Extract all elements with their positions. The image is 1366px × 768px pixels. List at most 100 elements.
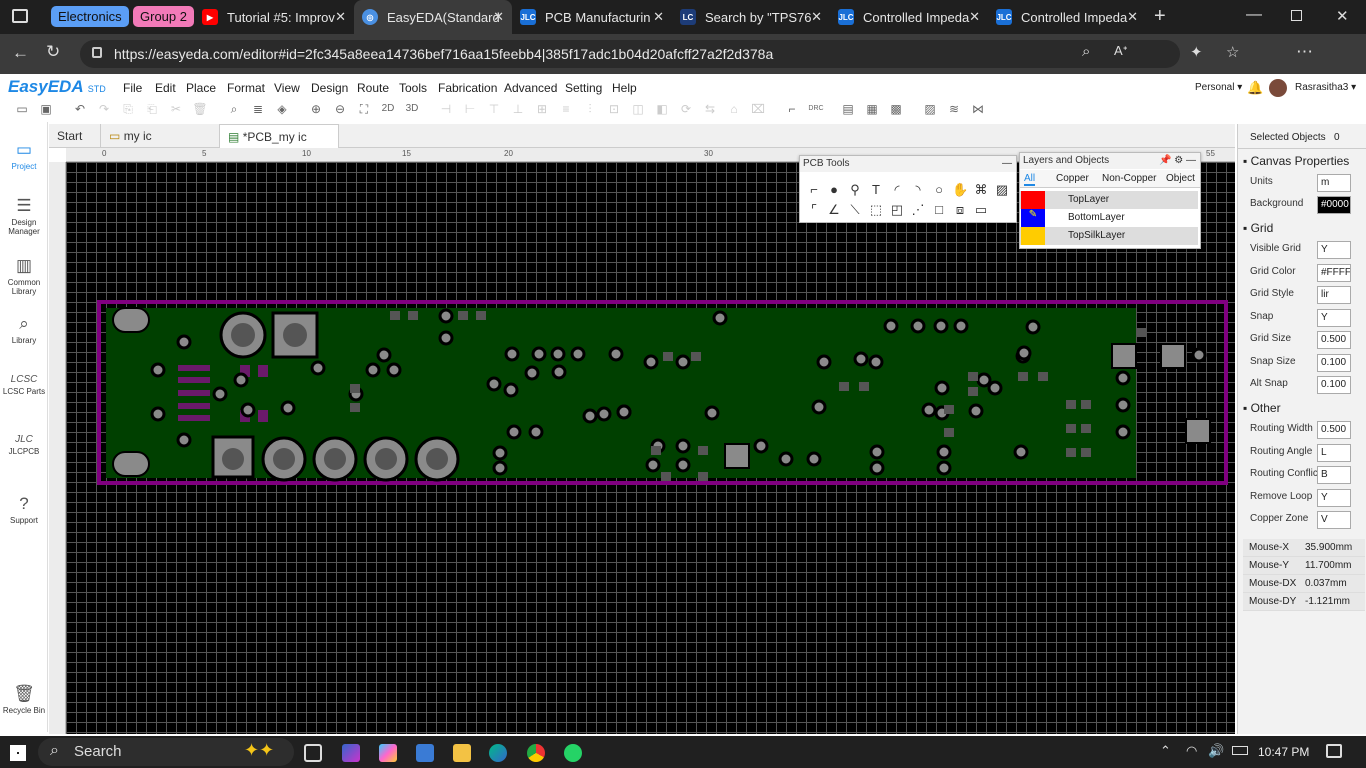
bom-icon[interactable]: ▤	[840, 101, 856, 117]
layer-tab-non-copper[interactable]: Non-Copper	[1102, 173, 1156, 184]
units-select[interactable]: m	[1317, 174, 1351, 192]
url-field[interactable]: https://easyeda.com/editor#id=2fc345a8ee…	[80, 40, 1180, 68]
read-aloud-icon[interactable]: Aᐩ	[1114, 43, 1128, 59]
close-icon[interactable]: ✕	[653, 9, 664, 25]
find-icon[interactable]: ≣	[250, 101, 266, 117]
lock-icon[interactable]: ⌂	[726, 101, 742, 117]
align-left-icon[interactable]: ⊣	[438, 101, 454, 117]
fit-view-icon[interactable]: ⛶	[356, 101, 372, 117]
connect-tool-icon[interactable]: ⌘	[973, 182, 989, 198]
arc2-tool-icon[interactable]: ◝	[910, 182, 926, 198]
distribute-icon[interactable]: ≡	[558, 101, 574, 117]
layer-color-swatch[interactable]	[1021, 191, 1045, 209]
menu-edit[interactable]: Edit	[155, 81, 176, 95]
task-view-icon[interactable]	[304, 744, 322, 762]
close-icon[interactable]: ✕	[969, 9, 980, 25]
menu-file[interactable]: File	[123, 81, 142, 95]
cut-icon[interactable]: ✂	[168, 101, 184, 117]
tray-chevron-icon[interactable]: ⌃	[1160, 743, 1171, 759]
2d-button[interactable]: 2D	[380, 101, 396, 117]
undo-icon[interactable]: ↶	[72, 101, 88, 117]
menu-tools[interactable]: Tools	[399, 81, 427, 95]
eraser-icon[interactable]: ◈	[274, 101, 290, 117]
3d-button[interactable]: 3D	[404, 101, 420, 117]
snap-select[interactable]: Y	[1317, 309, 1351, 327]
sidebar-item-recycle-bin[interactable]: 🗑 Recycle Bin	[0, 684, 48, 715]
user-avatar[interactable]	[1269, 79, 1287, 97]
menu-view[interactable]: View	[274, 81, 300, 95]
open-folder-icon[interactable]: ▭	[14, 101, 30, 117]
grid-color-field[interactable]: #FFFF	[1317, 264, 1351, 282]
copilot-app-icon[interactable]	[342, 744, 360, 762]
solid-region-tool-icon[interactable]: □	[931, 202, 947, 218]
dimension-tool-icon[interactable]: ⌜	[806, 202, 822, 218]
grid-size-input[interactable]: 0.500	[1317, 331, 1351, 349]
sidebar-item-library[interactable]: ⌕ Library	[0, 314, 48, 345]
minimize-button[interactable]: —	[1246, 6, 1262, 24]
sidebar-item-lcsc-parts[interactable]: LCSC LCSC Parts	[0, 374, 48, 396]
layer-color-swatch[interactable]: ✎	[1021, 209, 1045, 227]
sidebar-item-jlcpcb[interactable]: JLC JLCPCB	[0, 434, 48, 456]
menu-format[interactable]: Format	[227, 81, 265, 95]
tab-actions-icon[interactable]	[12, 9, 28, 23]
browser-tab[interactable]: LC Search by "TPS76 ✕	[672, 0, 830, 34]
image-tool-icon[interactable]: ▨	[994, 182, 1010, 198]
layer-color-swatch[interactable]	[1021, 227, 1045, 245]
bell-icon[interactable]: 🔔	[1247, 80, 1263, 96]
group-icon[interactable]: ◫	[630, 101, 646, 117]
layer-tab-all[interactable]: All	[1024, 173, 1036, 186]
keyboard-app-icon[interactable]	[416, 744, 434, 762]
via-tool-icon[interactable]: ⚲	[847, 182, 863, 198]
more-icon[interactable]: ⋯	[1296, 42, 1313, 62]
search-icon[interactable]: ⌕	[226, 101, 242, 117]
volume-icon[interactable]: 🔊	[1208, 743, 1224, 759]
close-icon[interactable]: ✕	[1127, 9, 1138, 25]
grid-style-select[interactable]: lir	[1317, 286, 1351, 304]
unlock-icon[interactable]: ⌧	[750, 101, 766, 117]
notification-icon[interactable]	[1326, 744, 1342, 758]
ungroup-icon[interactable]: ◧	[654, 101, 670, 117]
line-tool-icon[interactable]: ⟍	[847, 202, 863, 218]
restore-button[interactable]	[1291, 10, 1302, 21]
align-center-icon[interactable]: ⊞	[534, 101, 550, 117]
menu-setting[interactable]: Setting	[565, 81, 602, 95]
angle-tool-icon[interactable]: ∠	[826, 202, 842, 218]
doc-tab-start[interactable]: Start	[49, 124, 99, 148]
browser-tab[interactable]: JLC Controlled Impeda ✕	[830, 0, 988, 34]
image-icon[interactable]: ▨	[922, 101, 938, 117]
copper-zone-select[interactable]: V	[1317, 511, 1351, 529]
layer-tab-object[interactable]: Object	[1166, 173, 1195, 184]
sidebar-item-support[interactable]: ? Support	[0, 494, 48, 525]
gerber-icon[interactable]: ▦	[864, 101, 880, 117]
flip-icon[interactable]: ⇆	[702, 101, 718, 117]
browser-tab[interactable]: JLC PCB Manufacturin ✕	[512, 0, 672, 34]
layer-row-bottom[interactable]: ✎ BottomLayer	[1020, 209, 1198, 227]
zoom-in-icon[interactable]: ⊕	[308, 101, 324, 117]
track-tool-icon[interactable]: ⌐	[806, 182, 822, 198]
text-tool-icon[interactable]: T	[868, 182, 884, 198]
drc-button[interactable]: DRC	[806, 101, 826, 117]
arc-tool-icon[interactable]: ◜	[889, 182, 905, 198]
close-window-button[interactable]: ✕	[1336, 7, 1349, 25]
align-top-icon[interactable]: ⊤	[486, 101, 502, 117]
menu-advanced[interactable]: Advanced	[504, 81, 557, 95]
routing-width-input[interactable]: 0.500	[1317, 421, 1351, 439]
panel-controls-icon[interactable]: 📌 ⚙ —	[1159, 153, 1196, 169]
share-icon[interactable]: ⋈	[970, 101, 986, 117]
back-icon[interactable]: ←	[12, 43, 29, 63]
extensions-icon[interactable]: ✦	[1190, 43, 1203, 61]
doc-tab-pcb-active[interactable]: ▤ *PCB_my ic	[219, 124, 339, 148]
collections-icon[interactable]: ☆	[1226, 43, 1239, 61]
browser-tab[interactable]: ▶ Tutorial #5: Improv ✕	[194, 0, 354, 34]
tab-group-2[interactable]: Group 2	[133, 6, 194, 27]
hole-tool-icon[interactable]: ⧈	[952, 202, 968, 218]
refresh-icon[interactable]: ↻	[46, 42, 60, 62]
file-explorer-icon[interactable]	[453, 744, 471, 762]
menu-help[interactable]: Help	[612, 81, 637, 95]
menu-fabrication[interactable]: Fabrication	[438, 81, 497, 95]
layer-tab-copper[interactable]: Copper	[1056, 173, 1089, 184]
windows-start-icon[interactable]	[10, 745, 26, 761]
copy-icon[interactable]: ⎘	[120, 101, 136, 117]
pan-tool-icon[interactable]: ✋	[952, 182, 968, 198]
menu-route[interactable]: Route	[357, 81, 389, 95]
